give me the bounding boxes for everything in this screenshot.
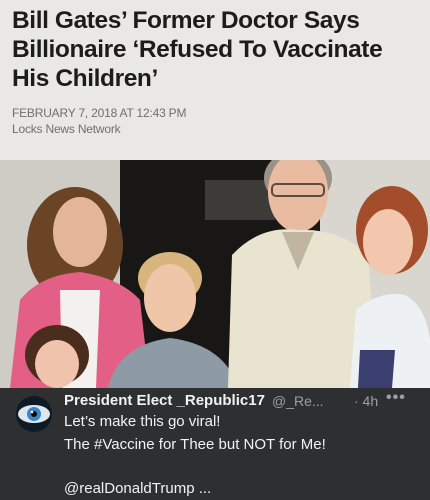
tweet-text-line-1: Let’s make this go viral! [64, 413, 221, 430]
tweet-mention[interactable]: @realDonaldTrump ... [64, 480, 211, 497]
tweet-text-line-2: The #Vaccine for Thee but NOT for Me! [64, 436, 326, 453]
more-options-icon[interactable]: ••• [386, 389, 406, 407]
article-header: Bill Gates’ Former Doctor Says Billionai… [0, 0, 430, 160]
article-headline[interactable]: Bill Gates’ Former Doctor Says Billionai… [12, 6, 422, 93]
tweet-display-name[interactable]: President Elect _Republic17 [64, 392, 265, 409]
eye-avatar-icon [16, 396, 52, 432]
user-avatar[interactable] [16, 396, 52, 432]
family-photo [0, 160, 430, 388]
family-photo-illustration [0, 160, 430, 388]
article-source[interactable]: Locks News Network [12, 122, 121, 136]
tweet-handle[interactable]: @_Re... [272, 393, 324, 409]
article-dateline: FEBRUARY 7, 2018 AT 12:43 PM [12, 106, 187, 120]
tweet-timestamp[interactable]: · 4h [354, 393, 378, 409]
